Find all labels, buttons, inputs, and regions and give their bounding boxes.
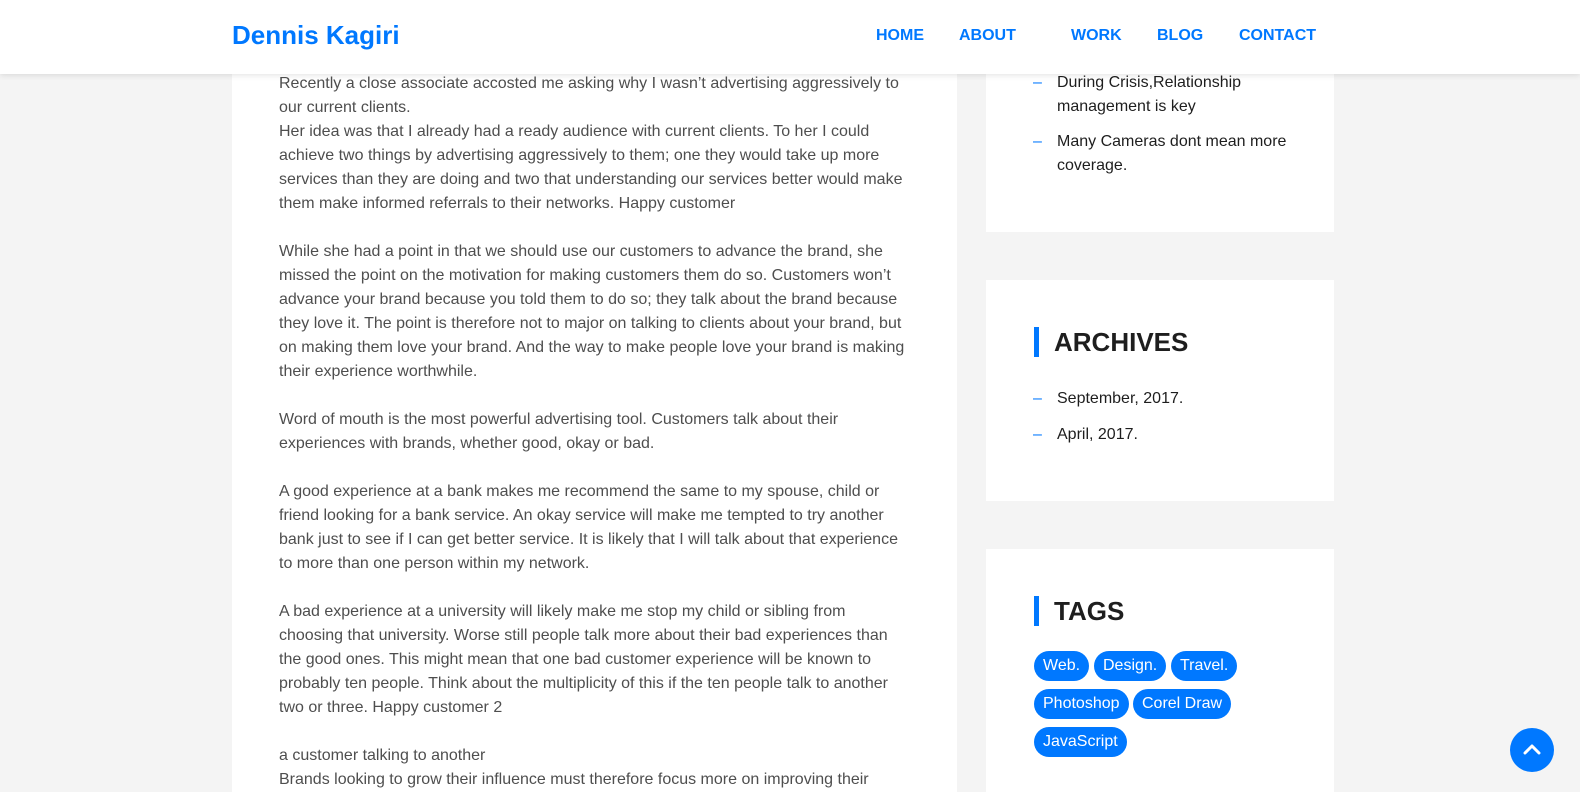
archive-link[interactable]: September, 2017.	[1033, 387, 1303, 411]
archive-item[interactable]: – April, 2017.	[1033, 423, 1303, 447]
dash-icon: –	[1033, 74, 1042, 91]
nav-work[interactable]: WORK	[1071, 27, 1122, 45]
archive-item[interactable]: – September, 2017.	[1033, 387, 1303, 411]
post-paragraph: A good experience at a bank makes me rec…	[279, 483, 898, 572]
nav-about[interactable]: ABOUT	[959, 27, 1016, 45]
dash-icon: –	[1033, 426, 1042, 443]
tag-design[interactable]: Design.	[1094, 651, 1167, 681]
nav-home[interactable]: HOME	[876, 27, 924, 45]
tag-javascript[interactable]: JavaScript	[1034, 727, 1127, 757]
chevron-up-icon	[1523, 744, 1541, 755]
post-paragraph: Brands looking to grow their influence m…	[279, 771, 869, 788]
recent-post-link[interactable]: During Crisis,Relationship management is…	[1033, 71, 1303, 119]
post-paragraph: While she had a point in that we should …	[279, 243, 905, 380]
post-paragraph: Word of mouth is the most powerful adver…	[279, 411, 839, 452]
top-navbar: Dennis Kagiri HOME ABOUT WORK BLOG CONTA…	[0, 0, 1580, 74]
back-to-top-button[interactable]	[1510, 728, 1554, 772]
tag-travel[interactable]: Travel.	[1171, 651, 1238, 681]
post-paragraph: Her idea was that I already had a ready …	[279, 123, 903, 212]
post-paragraph: A bad experience at a university will li…	[279, 603, 888, 716]
dash-icon: –	[1033, 390, 1042, 407]
nav-contact[interactable]: CONTACT	[1239, 27, 1316, 45]
tags-widget: TAGS Web. Design. Travel. Photoshop Core…	[986, 549, 1334, 792]
tag-web[interactable]: Web.	[1034, 651, 1090, 681]
archive-link[interactable]: April, 2017.	[1033, 423, 1303, 447]
archives-widget: ARCHIVES – September, 2017. – April, 201…	[986, 280, 1334, 501]
recent-post-item[interactable]: – Many Cameras dont mean more coverage.	[1033, 130, 1303, 178]
post-body: Recently a close associate accosted me a…	[279, 72, 909, 792]
post-paragraph: Recently a close associate accosted me a…	[279, 75, 899, 116]
archives-title: ARCHIVES	[1034, 327, 1188, 357]
tags-title: TAGS	[1034, 596, 1124, 626]
dash-icon: –	[1033, 133, 1042, 150]
nav-blog[interactable]: BLOG	[1157, 27, 1203, 45]
brand-logo[interactable]: Dennis Kagiri	[232, 20, 400, 51]
recent-post-link[interactable]: Many Cameras dont mean more coverage.	[1033, 130, 1303, 178]
tag-photoshop[interactable]: Photoshop	[1034, 689, 1129, 719]
recent-post-item[interactable]: – During Crisis,Relationship management …	[1033, 71, 1303, 119]
post-paragraph: a customer talking to another	[279, 747, 486, 764]
tag-corel-draw[interactable]: Corel Draw	[1133, 689, 1232, 719]
